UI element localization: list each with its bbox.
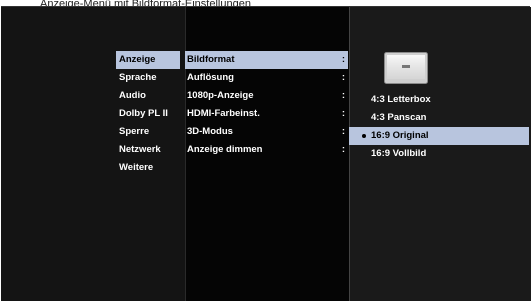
selected-bullet-icon [362, 134, 366, 138]
setting-1080p[interactable]: 1080p-Anzeige : [185, 87, 348, 105]
setting-aufloesung[interactable]: Auflösung : [185, 69, 348, 87]
main-menu: Anzeige Sprache Audio Dolby PL II Sperre… [116, 51, 180, 177]
option-list: 4:3 Letterbox 4:3 Panscan 16:9 Original … [349, 91, 529, 163]
option-169-original[interactable]: 16:9 Original [349, 127, 529, 145]
menu-item-dolby[interactable]: Dolby PL II [116, 105, 180, 123]
setting-label: HDMI-Farbeinst. [187, 108, 260, 119]
menu-item-sperre[interactable]: Sperre [116, 123, 180, 141]
setting-anzeige-dimmen[interactable]: Anzeige dimmen : [185, 141, 348, 159]
option-169-vollbild[interactable]: 16:9 Vollbild [349, 145, 529, 163]
setting-hdmi-farbe[interactable]: HDMI-Farbeinst. : [185, 105, 348, 123]
setting-bildformat[interactable]: Bildformat : [185, 51, 348, 69]
menu-item-weitere[interactable]: Weitere [116, 159, 180, 177]
settings-list: Bildformat : Auflösung : 1080p-Anzeige :… [185, 51, 348, 159]
setting-label: 1080p-Anzeige [187, 90, 254, 101]
setting-label: Anzeige dimmen [187, 144, 263, 155]
setting-separator: : [341, 108, 345, 119]
setting-label: Bildformat [187, 54, 235, 65]
menu-item-netzwerk[interactable]: Netzwerk [116, 141, 180, 159]
option-label: 16:9 Original [371, 130, 429, 141]
tv-screen-icon [384, 52, 428, 84]
setting-separator: : [341, 72, 345, 83]
option-panscan[interactable]: 4:3 Panscan [349, 109, 529, 127]
setting-label: Auflösung [187, 72, 234, 83]
setting-separator: : [341, 126, 345, 137]
setting-3d-modus[interactable]: 3D-Modus : [185, 123, 348, 141]
menu-item-audio[interactable]: Audio [116, 87, 180, 105]
setting-separator: : [341, 144, 345, 155]
setting-separator: : [341, 54, 345, 65]
setting-separator: : [341, 90, 345, 101]
menu-item-sprache[interactable]: Sprache [116, 69, 180, 87]
menu-item-anzeige[interactable]: Anzeige [116, 51, 180, 69]
option-letterbox[interactable]: 4:3 Letterbox [349, 91, 529, 109]
setting-label: 3D-Modus [187, 126, 233, 137]
